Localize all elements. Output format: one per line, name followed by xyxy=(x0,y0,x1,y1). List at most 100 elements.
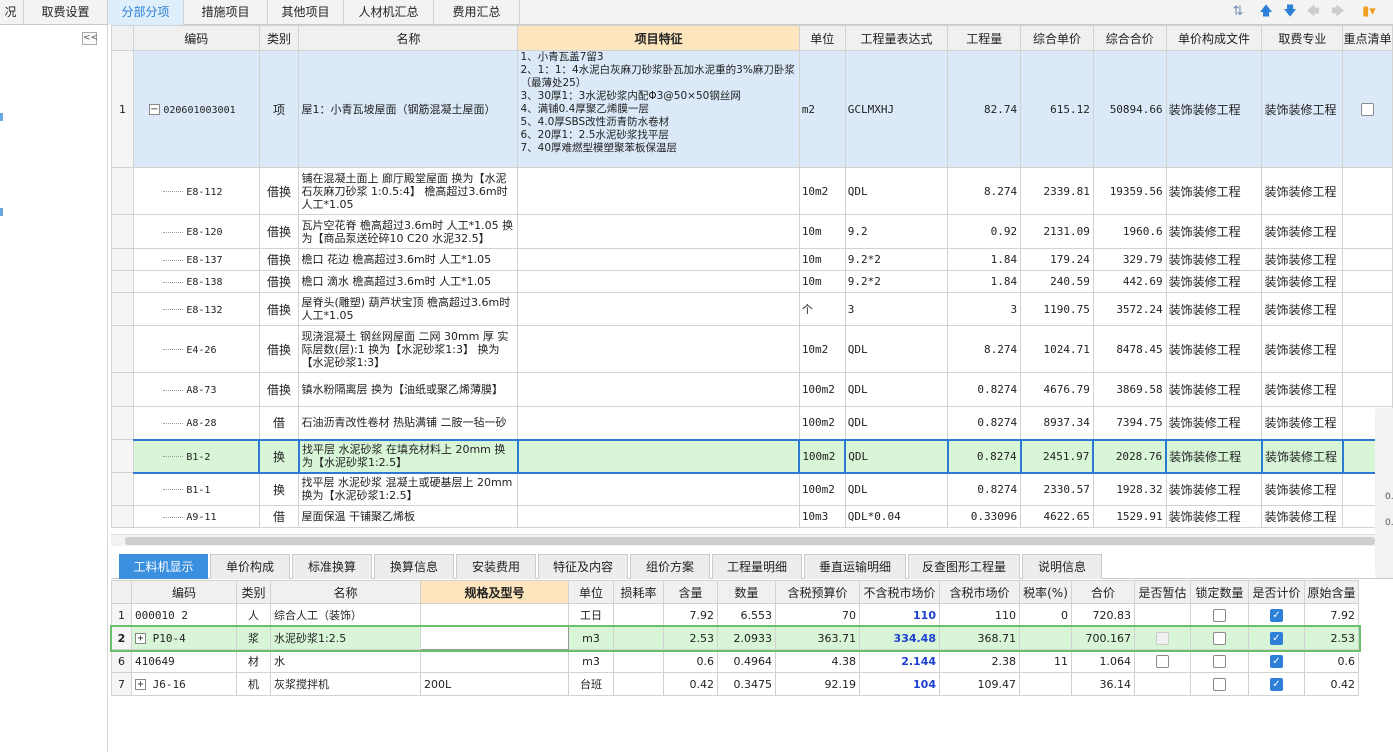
resource-name[interactable]: 水 xyxy=(270,649,421,673)
item-unit[interactable]: 10m xyxy=(798,214,846,249)
item-quantity[interactable]: 0.8274 xyxy=(946,438,1022,474)
quota-row[interactable]: B1-2 换找平层 水泥砂浆 在填充材料上 20mm 换为【水泥砂浆1:2.5】 1… xyxy=(111,438,1393,474)
item-type[interactable]: 借换 xyxy=(258,248,300,271)
header-feature[interactable]: 项目特征 xyxy=(517,25,800,51)
item-name[interactable]: 找平层 水泥砂浆 混凝土或硬基层上 20mm 换为【水泥砂浆1:2.5】 xyxy=(298,472,519,506)
item-unit-price[interactable]: 8937.34 xyxy=(1020,406,1094,440)
sub-header-type[interactable]: 类别 xyxy=(236,580,271,604)
item-expression[interactable]: QDL xyxy=(844,167,949,215)
resource-loss[interactable] xyxy=(613,649,664,673)
resource-loss[interactable] xyxy=(613,672,664,696)
resource-tax-market[interactable]: 110 xyxy=(939,603,1020,627)
tab-divisional-items[interactable]: 分部分项 xyxy=(108,0,184,25)
collapse-button[interactable]: << xyxy=(82,32,98,45)
sub-header-provisional[interactable]: 是否暂估 xyxy=(1134,580,1191,604)
resource-content[interactable]: 0.42 xyxy=(663,672,718,696)
sub-header-market-price[interactable]: 不含税市场价 xyxy=(859,580,940,604)
expand-icon[interactable]: + xyxy=(135,679,146,690)
item-expression[interactable]: 9.2 xyxy=(844,214,949,249)
resource-market[interactable]: 110 xyxy=(859,603,940,627)
provisional-checkbox[interactable] xyxy=(1156,654,1169,668)
item-price-file[interactable]: 装饰装修工程 xyxy=(1165,270,1263,293)
item-fee-specialty[interactable]: 装饰装修工程 xyxy=(1261,292,1344,326)
item-feature[interactable] xyxy=(517,292,800,326)
item-expression[interactable]: QDL xyxy=(844,406,949,440)
item-code-cell[interactable]: E8-138 xyxy=(132,270,260,293)
item-unit-price[interactable]: 240.59 xyxy=(1020,270,1094,293)
resource-content[interactable]: 2.53 xyxy=(663,626,718,650)
item-unit-price[interactable]: 1024.71 xyxy=(1020,325,1094,373)
quota-row[interactable]: E8-132 借换 屋脊头(雕塑) 葫芦状宝顶 檐高超过3.6m时 人工*1.05 个… xyxy=(111,292,1393,326)
resource-budget[interactable]: 92.19 xyxy=(775,672,860,696)
item-unit-price[interactable]: 2131.09 xyxy=(1020,214,1094,249)
item-quantity[interactable]: 0.8274 xyxy=(947,372,1022,407)
resource-name[interactable]: 综合人工（装饰） xyxy=(270,603,421,627)
item-fee-specialty[interactable]: 装饰装修工程 xyxy=(1261,406,1344,440)
sub-header-tax-rate[interactable]: 税率(%) xyxy=(1019,580,1072,604)
item-type[interactable]: 借换 xyxy=(258,214,300,249)
item-code-cell[interactable]: − 020601003001 xyxy=(132,50,260,168)
resource-code-cell[interactable]: + P10-4 xyxy=(131,626,237,650)
header-code[interactable]: 编码 xyxy=(132,25,260,51)
resource-type[interactable]: 材 xyxy=(236,649,271,673)
item-quantity[interactable]: 0.8274 xyxy=(947,406,1022,440)
item-type[interactable]: 借换 xyxy=(258,167,300,215)
resource-spec[interactable] xyxy=(420,626,569,650)
item-expression[interactable]: GCLMXHJ xyxy=(844,50,949,168)
lock-qty-checkbox[interactable] xyxy=(1213,654,1226,668)
resource-code-cell[interactable]: + J6-16 xyxy=(131,672,237,696)
resource-tax-market[interactable]: 368.71 xyxy=(939,626,1020,650)
tab-notes[interactable]: 说明信息 xyxy=(1022,554,1102,579)
item-type[interactable]: 借换 xyxy=(258,292,300,326)
item-expression[interactable]: 9.2*2 xyxy=(844,248,949,271)
item-price-file[interactable]: 装饰装修工程 xyxy=(1165,406,1263,440)
tab-price-composition[interactable]: 单价构成 xyxy=(210,554,290,579)
item-type[interactable]: 借换 xyxy=(258,270,300,293)
tab-fee-settings[interactable]: 取费设置 xyxy=(24,0,108,25)
item-name[interactable]: 檐口 滴水 檐高超过3.6m时 人工*1.05 xyxy=(298,270,519,293)
resource-spec[interactable] xyxy=(420,649,569,673)
resource-quantity[interactable]: 0.3475 xyxy=(717,672,776,696)
item-type[interactable]: 换 xyxy=(258,438,300,474)
key-item-checkbox[interactable] xyxy=(1360,102,1374,116)
item-code-cell[interactable]: E8-137 xyxy=(132,248,260,271)
item-type[interactable]: 借换 xyxy=(258,325,300,373)
bill-item-row[interactable]: 1− 020601003001 项屋1：小青瓦坡屋面（钢筋混凝土屋面） 1、小青瓦盖… xyxy=(111,50,1393,168)
item-type[interactable]: 借 xyxy=(258,406,300,440)
header-total[interactable]: 综合合价 xyxy=(1092,25,1167,51)
header-type[interactable]: 类别 xyxy=(258,25,300,51)
item-price-file[interactable]: 装饰装修工程 xyxy=(1165,472,1263,506)
item-feature[interactable] xyxy=(517,325,800,373)
sub-header-lock-qty[interactable]: 锁定数量 xyxy=(1190,580,1249,604)
resource-content[interactable]: 7.92 xyxy=(663,603,718,627)
item-price-file[interactable]: 装饰装修工程 xyxy=(1165,325,1263,373)
resource-budget[interactable]: 70 xyxy=(775,603,860,627)
item-feature[interactable] xyxy=(517,248,800,271)
item-name[interactable]: 现浇混凝土 钢丝网屋面 二网 30mm 厚 实际层数(层):1 换为【水泥砂浆1… xyxy=(298,325,519,373)
item-unit-price[interactable]: 4676.79 xyxy=(1020,372,1094,407)
lock-qty-checkbox[interactable] xyxy=(1213,631,1226,645)
item-code-cell[interactable]: A9-11 xyxy=(132,505,260,528)
header-expression[interactable]: 工程量表达式 xyxy=(844,25,949,51)
resource-unit[interactable]: m3 xyxy=(568,649,614,673)
resource-tax-market[interactable]: 109.47 xyxy=(939,672,1020,696)
quota-row[interactable]: E4-26 借换 现浇混凝土 钢丝网屋面 二网 30mm 厚 实际层数(层):1 换… xyxy=(111,325,1393,373)
item-code-cell[interactable]: E8-132 xyxy=(132,292,260,326)
item-fee-specialty[interactable]: 装饰装修工程 xyxy=(1261,270,1344,293)
sub-header-quantity[interactable]: 数量 xyxy=(717,580,776,604)
sub-header-code[interactable]: 编码 xyxy=(131,580,237,604)
lock-qty-checkbox[interactable] xyxy=(1213,677,1226,691)
item-name[interactable]: 屋脊头(雕塑) 葫芦状宝顶 檐高超过3.6m时 人工*1.05 xyxy=(298,292,519,326)
resource-unit[interactable]: m3 xyxy=(568,626,614,650)
resource-tax-market[interactable]: 2.38 xyxy=(939,649,1020,673)
settings-icon[interactable]: ▮▾ xyxy=(1358,2,1380,22)
sub-header-priced[interactable]: 是否计价 xyxy=(1248,580,1305,604)
item-price-file[interactable]: 装饰装修工程 xyxy=(1165,292,1263,326)
table-row[interactable]: 2 + P10-4 浆 水泥砂浆1:2.5 m3 2.53 2.0933 363… xyxy=(109,624,1361,652)
resource-market[interactable]: 334.48 xyxy=(859,626,940,650)
item-name[interactable]: 找平层 水泥砂浆 在填充材料上 20mm 换为【水泥砂浆1:2.5】 xyxy=(297,438,519,474)
tab-pricing-scheme[interactable]: 组价方案 xyxy=(630,554,710,579)
tab-vertical-transport[interactable]: 垂直运输明细 xyxy=(804,554,906,579)
item-unit[interactable]: 10m xyxy=(798,270,846,293)
tab-reverse-graphic[interactable]: 反查图形工程量 xyxy=(908,554,1020,579)
